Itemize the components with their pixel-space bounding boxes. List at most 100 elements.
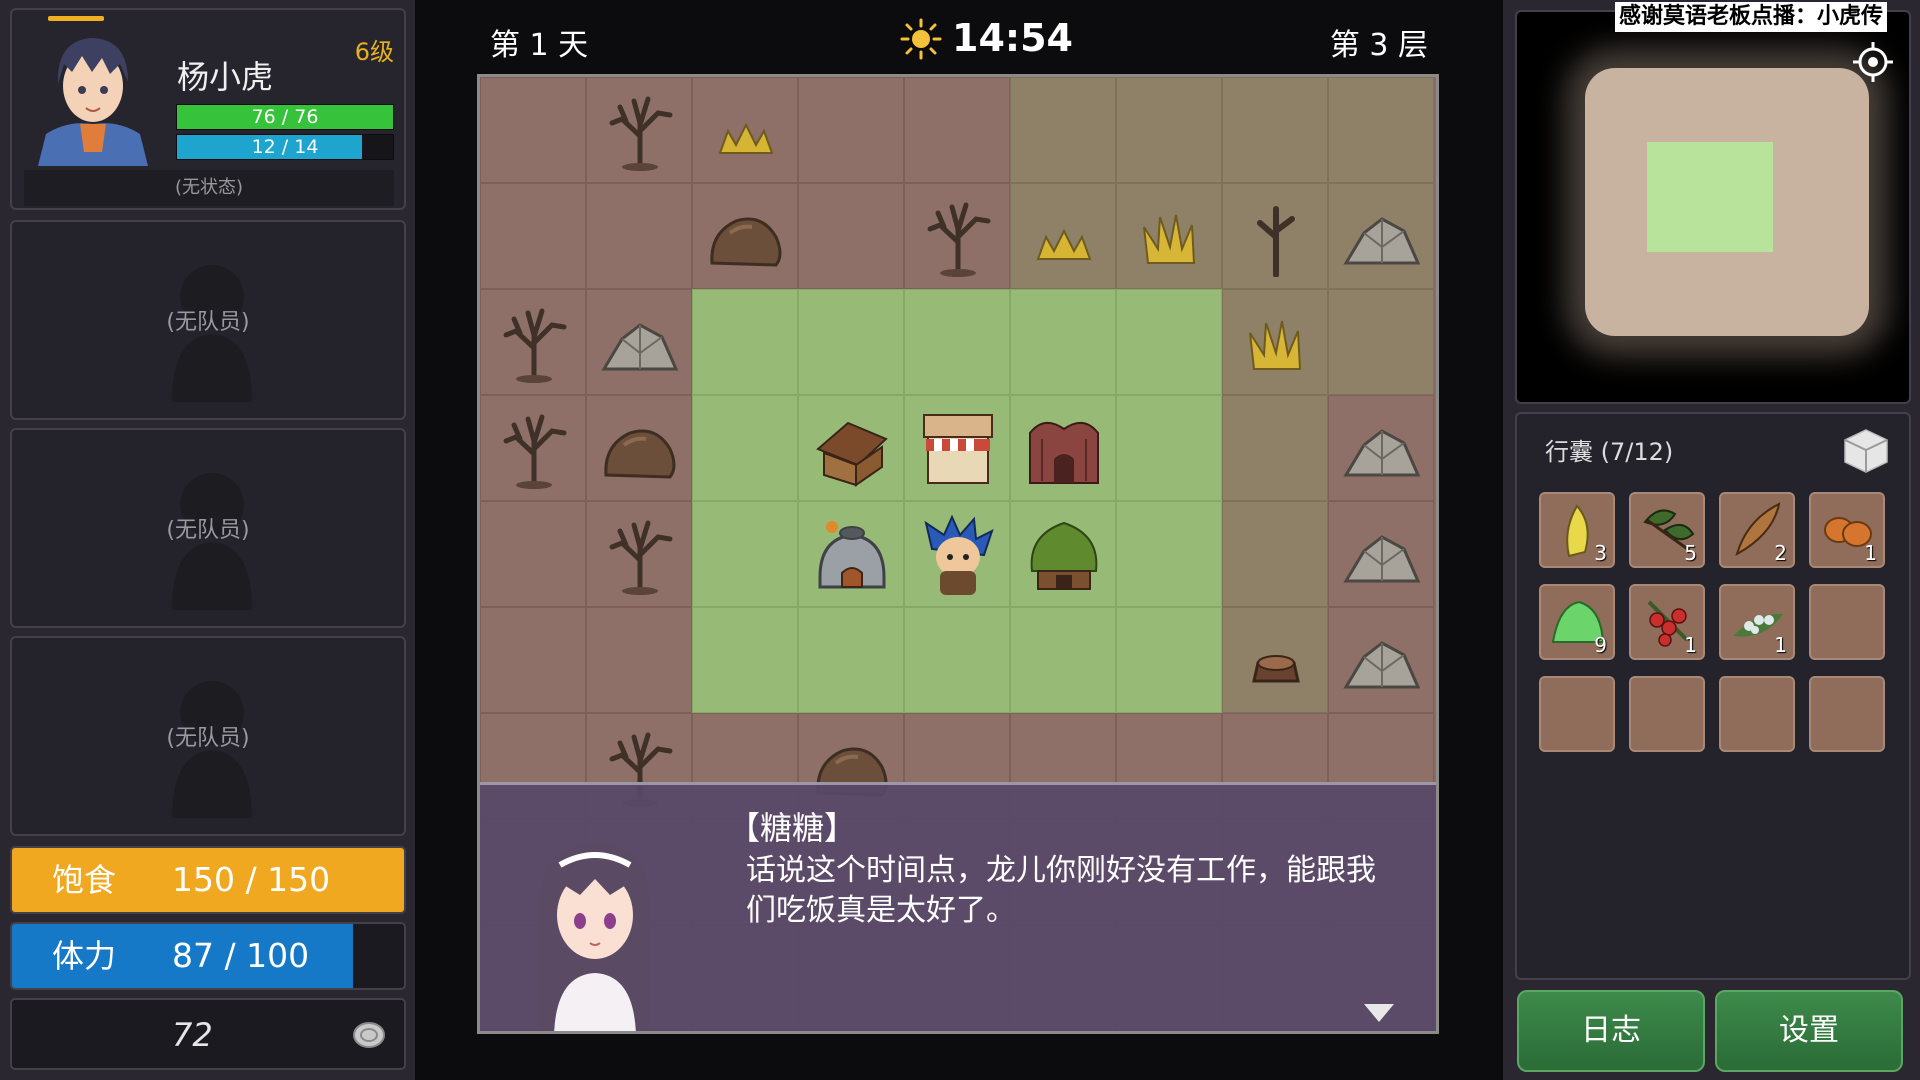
map-tile[interactable] [798,501,904,607]
hero-card[interactable]: 杨小虎 6级 76 / 76 12 / 14 (无状态) [10,8,406,210]
hp-bar: 76 / 76 [176,104,394,130]
map-tile[interactable] [586,183,692,289]
coin-amount: 72 [172,1016,213,1054]
coin-icon [353,1022,385,1048]
map-tile[interactable] [1222,289,1328,395]
map-tile[interactable] [904,289,1010,395]
map-tile[interactable] [798,77,904,183]
map-tile[interactable] [586,289,692,395]
right-sidebar: 感谢莫语老板点播：小虎传 行囊 (7/12) 3 5 2 1 9 1 1 日志 设置 [1503,0,1920,1080]
party-slot-label: (无队员) [166,518,250,543]
inventory-slot-empty[interactable] [1809,676,1885,752]
map-tile[interactable] [1116,501,1222,607]
map-tile[interactable] [904,183,1010,289]
map-tile[interactable] [1328,501,1434,607]
minimap[interactable] [1515,10,1911,404]
party-slot-1[interactable]: (无队员) [10,220,406,420]
inventory-slot-yellow-herb[interactable]: 3 [1539,492,1615,568]
map-tile[interactable] [692,395,798,501]
map-tile[interactable] [692,501,798,607]
map-tile[interactable] [798,183,904,289]
map-tile[interactable] [692,77,798,183]
item-count: 1 [1774,633,1787,657]
map-tile[interactable] [904,501,1010,607]
map-tile[interactable] [480,501,586,607]
inventory-slot-empty[interactable] [1719,676,1795,752]
map-tile[interactable] [586,395,692,501]
minimap-camp-area [1647,142,1773,252]
rock2-icon [1343,641,1421,689]
map-tile[interactable] [1116,395,1222,501]
map-tile[interactable] [1010,77,1116,183]
map-tile[interactable] [904,77,1010,183]
party-sidebar: 杨小虎 6级 76 / 76 12 / 14 (无状态) (无队员) (无队员)… [0,0,415,1080]
log-button[interactable]: 日志 [1517,990,1705,1072]
map-tile[interactable] [480,77,586,183]
inventory-slot-white-flowers[interactable]: 1 [1719,584,1795,660]
map-tile[interactable] [1116,183,1222,289]
map-tile[interactable] [1328,289,1434,395]
inventory-slot-orange-fruit[interactable]: 1 [1809,492,1885,568]
inventory-slot-empty[interactable] [1809,584,1885,660]
mp-bar: 12 / 14 [176,134,394,160]
locate-icon[interactable] [1851,40,1895,84]
map-tile[interactable] [1116,77,1222,183]
map-tile[interactable] [1010,607,1116,713]
party-slot-2[interactable]: (无队员) [10,428,406,628]
map-tile[interactable] [1222,183,1328,289]
map-tile[interactable] [480,395,586,501]
map-tile[interactable] [1010,183,1116,289]
temple-icon [1029,422,1099,484]
party-slot-3[interactable]: (无队员) [10,636,406,836]
item-count: 9 [1594,633,1607,657]
inventory-slot-empty[interactable] [1539,676,1615,752]
map-tile[interactable] [692,289,798,395]
map-tile[interactable] [692,607,798,713]
dialog-box[interactable]: 【糖糖】 话说这个时间点，龙儿你刚好没有工作，能跟我们吃饭真是太好了。 [480,782,1436,1031]
map-tile[interactable] [1328,183,1434,289]
tree-icon [927,202,991,277]
item-count: 2 [1774,541,1787,565]
map-tile[interactable] [1222,607,1328,713]
settings-button[interactable]: 设置 [1715,990,1903,1072]
inventory-panel: 行囊 (7/12) 3 5 2 1 9 1 1 [1515,412,1911,980]
map-tile[interactable] [1010,395,1116,501]
map-tile[interactable] [586,77,692,183]
map-tile[interactable] [798,607,904,713]
map-tile[interactable] [1116,607,1222,713]
map-tile[interactable] [1116,289,1222,395]
map-tile[interactable] [798,289,904,395]
map-tile[interactable] [1222,77,1328,183]
continue-arrow-icon[interactable] [1362,1002,1396,1024]
map-tile[interactable] [1328,607,1434,713]
inventory-slot-red-berries[interactable]: 1 [1629,584,1705,660]
item-count: 1 [1864,541,1877,565]
map-tile[interactable] [1328,395,1434,501]
map-tile[interactable] [904,607,1010,713]
inventory-slot-empty[interactable] [1629,676,1705,752]
inventory-slot-green-powder[interactable]: 9 [1539,584,1615,660]
inventory-slot-brown-feather[interactable]: 2 [1719,492,1795,568]
map-tile[interactable] [480,183,586,289]
map-tile[interactable] [480,607,586,713]
inventory-slot-dark-leaf[interactable]: 5 [1629,492,1705,568]
map-tile[interactable] [1010,289,1116,395]
grass2-icon [1143,214,1196,264]
shop-icon [923,414,993,484]
map-tile[interactable] [1328,77,1434,183]
map-tile[interactable] [1222,501,1328,607]
map-tile[interactable] [904,395,1010,501]
map-tile[interactable] [480,289,586,395]
map-tile[interactable] [586,501,692,607]
map-tile[interactable] [798,395,904,501]
world-map[interactable]: 【糖糖】 话说这个时间点，龙儿你刚好没有工作，能跟我们吃饭真是太好了。 [477,74,1439,1034]
map-tile[interactable] [1222,395,1328,501]
satiety-label: 饱食 [52,861,117,899]
grasshut-icon [1030,521,1098,590]
satiety-bar: 饱食 150 / 150 [10,846,406,914]
map-tile[interactable] [692,183,798,289]
map-tile[interactable] [586,607,692,713]
cube-icon[interactable] [1841,426,1891,474]
party-slot-label: (无队员) [166,310,250,335]
map-tile[interactable] [1010,501,1116,607]
